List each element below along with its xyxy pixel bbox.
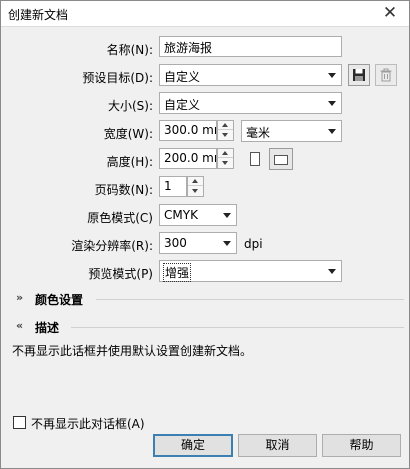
cancel-button[interactable]: 取消 <box>238 434 317 457</box>
height-stepper[interactable] <box>217 148 234 169</box>
resolution-select[interactable]: 300 <box>159 232 237 254</box>
landscape-orientation-button[interactable] <box>269 148 293 170</box>
preset-target-value: 自定义 <box>164 70 201 84</box>
description-header[interactable]: 描述 <box>35 319 59 336</box>
close-icon[interactable]: ✕ <box>381 4 399 22</box>
chevron-down-icon <box>223 241 231 246</box>
height-label: 高度(H): <box>106 155 153 169</box>
width-input[interactable]: 300.0 mm <box>159 120 217 141</box>
color-mode-value: CMYK <box>164 208 198 222</box>
portrait-icon <box>250 152 260 166</box>
resolution-value: 300 <box>164 236 187 250</box>
title-bar: 创建新文档 ✕ <box>1 1 409 27</box>
chevron-down-icon <box>223 213 231 218</box>
chevron-down-icon <box>328 269 336 274</box>
stepper-down-icon[interactable] <box>218 159 233 168</box>
unit-value: 毫米 <box>246 126 271 140</box>
save-icon <box>353 69 365 81</box>
width-stepper[interactable] <box>217 120 234 141</box>
size-value: 自定义 <box>164 98 201 112</box>
name-label: 名称(N): <box>106 43 153 57</box>
width-label: 宽度(W): <box>103 127 153 141</box>
height-input[interactable]: 200.0 mm <box>159 148 217 169</box>
stepper-down-icon[interactable] <box>218 131 233 140</box>
stepper-up-icon[interactable] <box>188 177 203 186</box>
dont-show-label[interactable]: 不再显示此对话框(A) <box>31 415 145 432</box>
stepper-down-icon[interactable] <box>188 187 203 196</box>
preview-mode-label: 预览模式(P) <box>88 267 153 281</box>
color-settings-header[interactable]: 颜色设置 <box>35 291 83 308</box>
expand-chevron-icon[interactable]: » <box>16 291 23 304</box>
page-count-label: 页码数(N): <box>94 183 153 197</box>
preview-mode-value: 增强 <box>162 263 192 282</box>
ok-button[interactable]: 确定 <box>153 434 233 457</box>
trash-icon <box>380 68 392 82</box>
preset-target-label: 预设目标(D): <box>82 71 153 85</box>
color-mode-label: 原色模式(C) <box>87 211 153 225</box>
page-count-stepper[interactable] <box>187 176 204 197</box>
section-divider <box>71 327 404 328</box>
section-divider <box>96 299 404 300</box>
portrait-orientation-button[interactable] <box>245 149 265 169</box>
chevron-down-icon <box>328 129 336 134</box>
stepper-up-icon[interactable] <box>218 149 233 158</box>
chevron-down-icon <box>328 101 336 106</box>
resolution-unit: dpi <box>244 237 263 251</box>
size-select[interactable]: 自定义 <box>159 92 342 114</box>
landscape-icon <box>274 155 288 165</box>
resolution-label: 渲染分辨率(R): <box>71 239 153 253</box>
save-preset-button[interactable] <box>348 64 370 86</box>
color-mode-select[interactable]: CMYK <box>159 204 237 226</box>
delete-preset-button[interactable] <box>375 64 397 86</box>
description-text: 不再显示此话框并使用默认设置创建新文档。 <box>12 344 253 358</box>
chevron-down-icon <box>328 73 336 78</box>
page-count-input[interactable]: 1 <box>159 176 187 197</box>
help-button[interactable]: 帮助 <box>322 434 401 457</box>
unit-select[interactable]: 毫米 <box>241 120 342 142</box>
preview-mode-select[interactable]: 增强 <box>159 260 342 282</box>
window-title: 创建新文档 <box>8 8 69 22</box>
name-input[interactable]: 旅游海报 <box>159 36 342 57</box>
create-document-dialog: 创建新文档 ✕ 名称(N): 旅游海报 预设目标(D): 自定义 大小(S): … <box>0 0 410 469</box>
collapse-chevron-icon[interactable]: « <box>16 319 23 332</box>
size-label: 大小(S): <box>107 99 153 113</box>
preset-target-select[interactable]: 自定义 <box>159 64 342 86</box>
dont-show-checkbox[interactable] <box>13 416 26 429</box>
stepper-up-icon[interactable] <box>218 121 233 130</box>
